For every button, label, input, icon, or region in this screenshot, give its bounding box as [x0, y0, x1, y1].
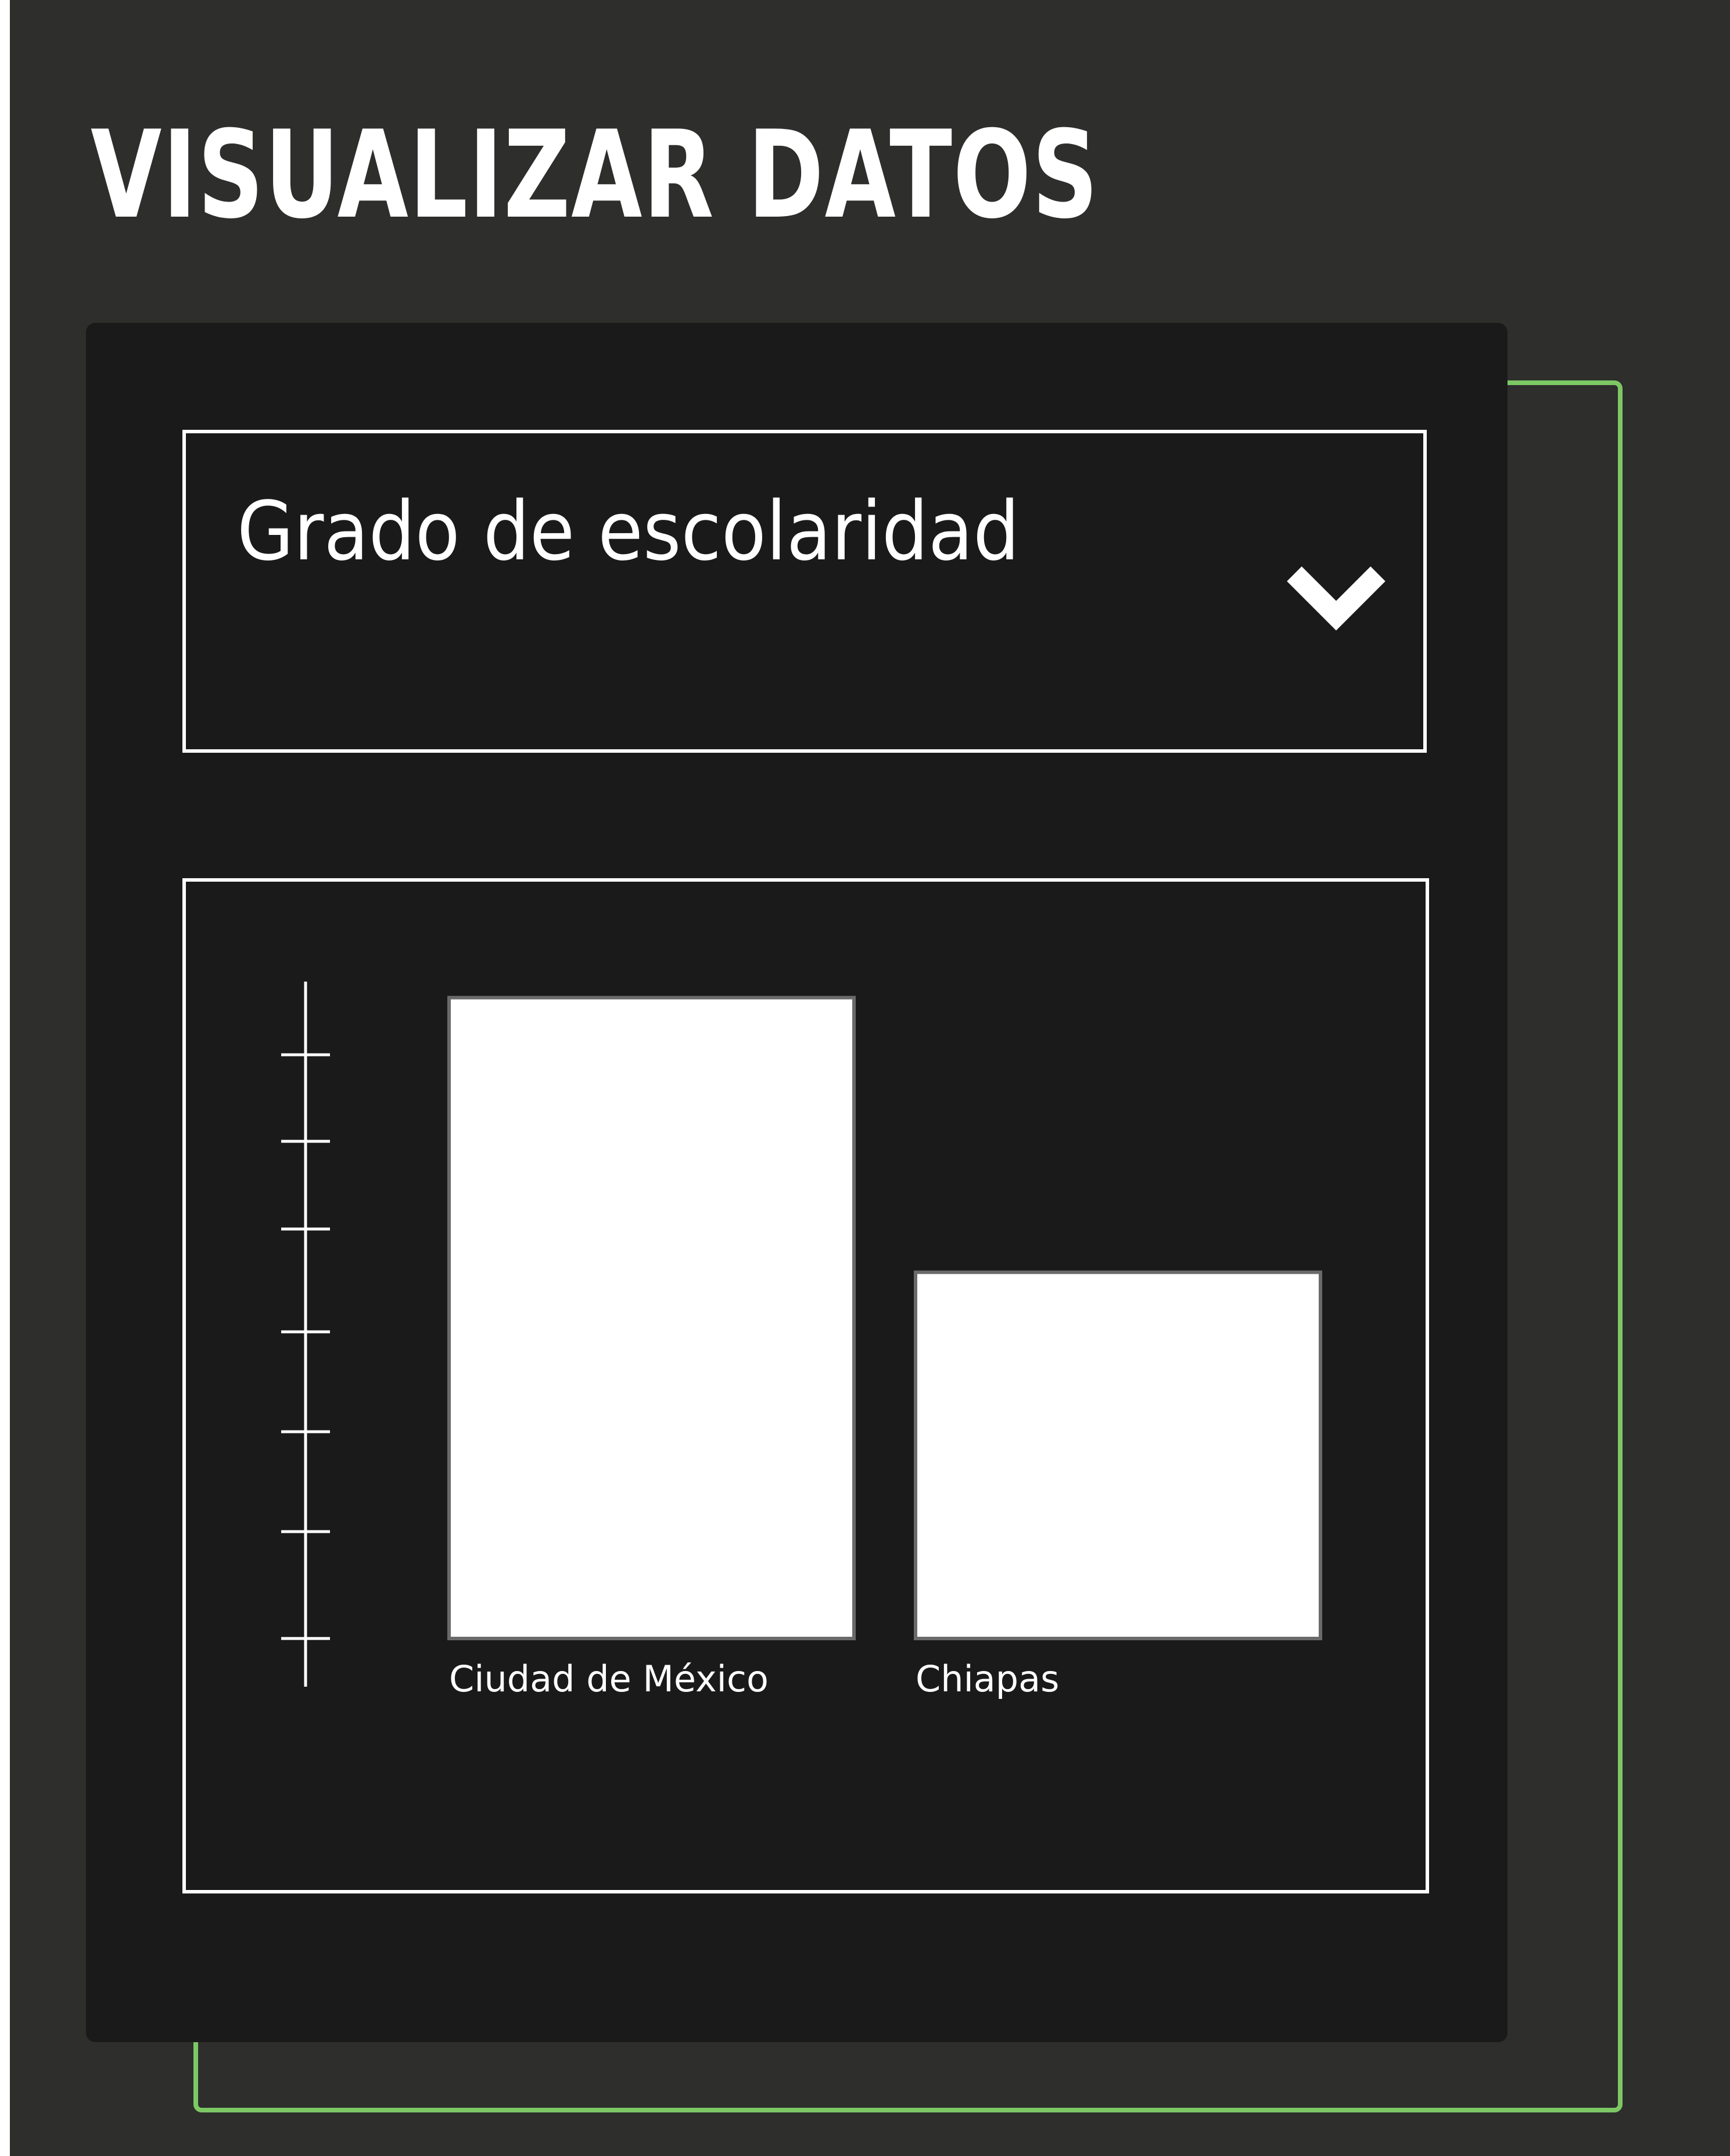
page-background: VISUALIZAR DATOS Grado de escolaridad Ci…	[10, 0, 1730, 2156]
category-label: Chiapas	[916, 1658, 1059, 1700]
chevron-down-icon[interactable]	[1284, 549, 1388, 642]
page-title: VISUALIZAR DATOS	[91, 105, 1099, 246]
dropdown-selected-value: Grado de escolaridad	[237, 484, 1020, 579]
category-labels: Ciudad de México Chiapas	[449, 1658, 1059, 1700]
category-label: Ciudad de México	[449, 1658, 769, 1700]
chart-area: Ciudad de México Chiapas	[182, 878, 1429, 1893]
bar[interactable]	[914, 1270, 1322, 1640]
bars	[447, 996, 1322, 1640]
visualization-card: Grado de escolaridad Ciudad de México Chi…	[86, 323, 1508, 2042]
indicator-dropdown[interactable]: Grado de escolaridad	[182, 430, 1427, 753]
bar-chart: Ciudad de México Chiapas	[281, 982, 1322, 1700]
bar[interactable]	[447, 996, 856, 1640]
